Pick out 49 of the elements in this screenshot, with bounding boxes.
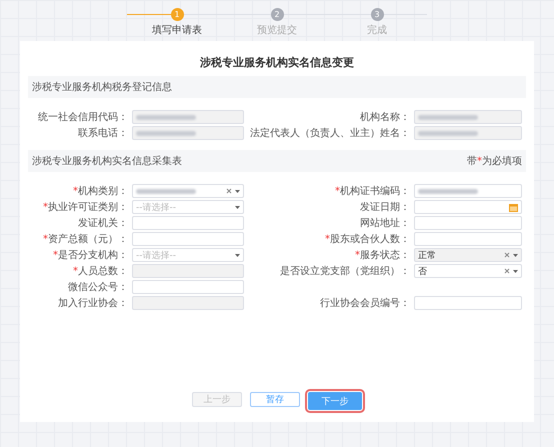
field-label: *是否分支机构：	[52, 248, 129, 262]
field-label: 是否设立党支部（党组织）：	[279, 264, 411, 278]
field-label: 统一社会信用代码：	[37, 110, 129, 124]
field-label: 发证日期：	[359, 200, 411, 214]
select-field[interactable]: --请选择--	[132, 248, 244, 262]
select-field[interactable]: --请选择--	[132, 200, 244, 214]
field-label: *股东或合伙人数：	[324, 232, 411, 246]
input-field[interactable]	[414, 216, 522, 230]
input-field[interactable]	[414, 184, 522, 198]
input-field[interactable]	[132, 232, 244, 246]
input-field[interactable]	[132, 280, 244, 294]
field-label: *资产总额（元）：	[42, 232, 129, 246]
caret-icon	[235, 190, 240, 192]
input-field[interactable]	[414, 232, 522, 246]
field-label: *机构证书编码：	[334, 184, 411, 198]
input-field[interactable]	[414, 296, 522, 310]
field-label: *执业许可证类别：	[42, 200, 129, 214]
caret-icon	[513, 254, 518, 256]
field-label: 法定代表人（负责人、业主）姓名：	[249, 126, 411, 140]
step-number: 2	[270, 8, 284, 21]
step-number: 1	[170, 8, 184, 21]
step-label: 完成	[367, 24, 387, 37]
step-label: 预览提交	[257, 24, 297, 37]
section-heading: 涉税专业服务机构税务登记信息	[32, 80, 172, 94]
date-field[interactable]	[414, 200, 522, 214]
input-field[interactable]	[132, 216, 244, 230]
field-label: *服务状态：	[354, 248, 411, 262]
step-button[interactable]: 暂存	[250, 392, 300, 407]
caret-icon	[513, 270, 518, 272]
caret-icon	[235, 206, 240, 208]
field-label: 机构名称：	[359, 110, 411, 124]
select-field[interactable]: 否	[414, 264, 522, 278]
form-title: 涉税专业服务机构实名信息变更	[199, 55, 355, 70]
field-label: *机构类别：	[72, 184, 129, 198]
field-label: 网站地址：	[359, 216, 411, 230]
caret-icon	[235, 254, 240, 256]
field-label: *人员总数：	[72, 264, 129, 278]
step-label: 填写申请表	[152, 24, 202, 37]
field-label: 行业协会会员编号：	[319, 296, 411, 310]
field-label: 联系电话：	[77, 126, 129, 140]
field-label: 加入行业协会：	[57, 296, 129, 310]
step-number: 3	[370, 8, 384, 21]
select-field[interactable]	[132, 184, 244, 198]
required-legend: 带*为必填项	[467, 154, 522, 168]
calendar-icon	[509, 202, 518, 212]
step-button[interactable]: 下一步	[308, 392, 362, 410]
section-heading: 涉税专业服务机构实名信息采集表	[32, 154, 182, 168]
field-label: 微信公众号：	[67, 281, 129, 294]
field-label: 发证机关：	[77, 216, 129, 230]
